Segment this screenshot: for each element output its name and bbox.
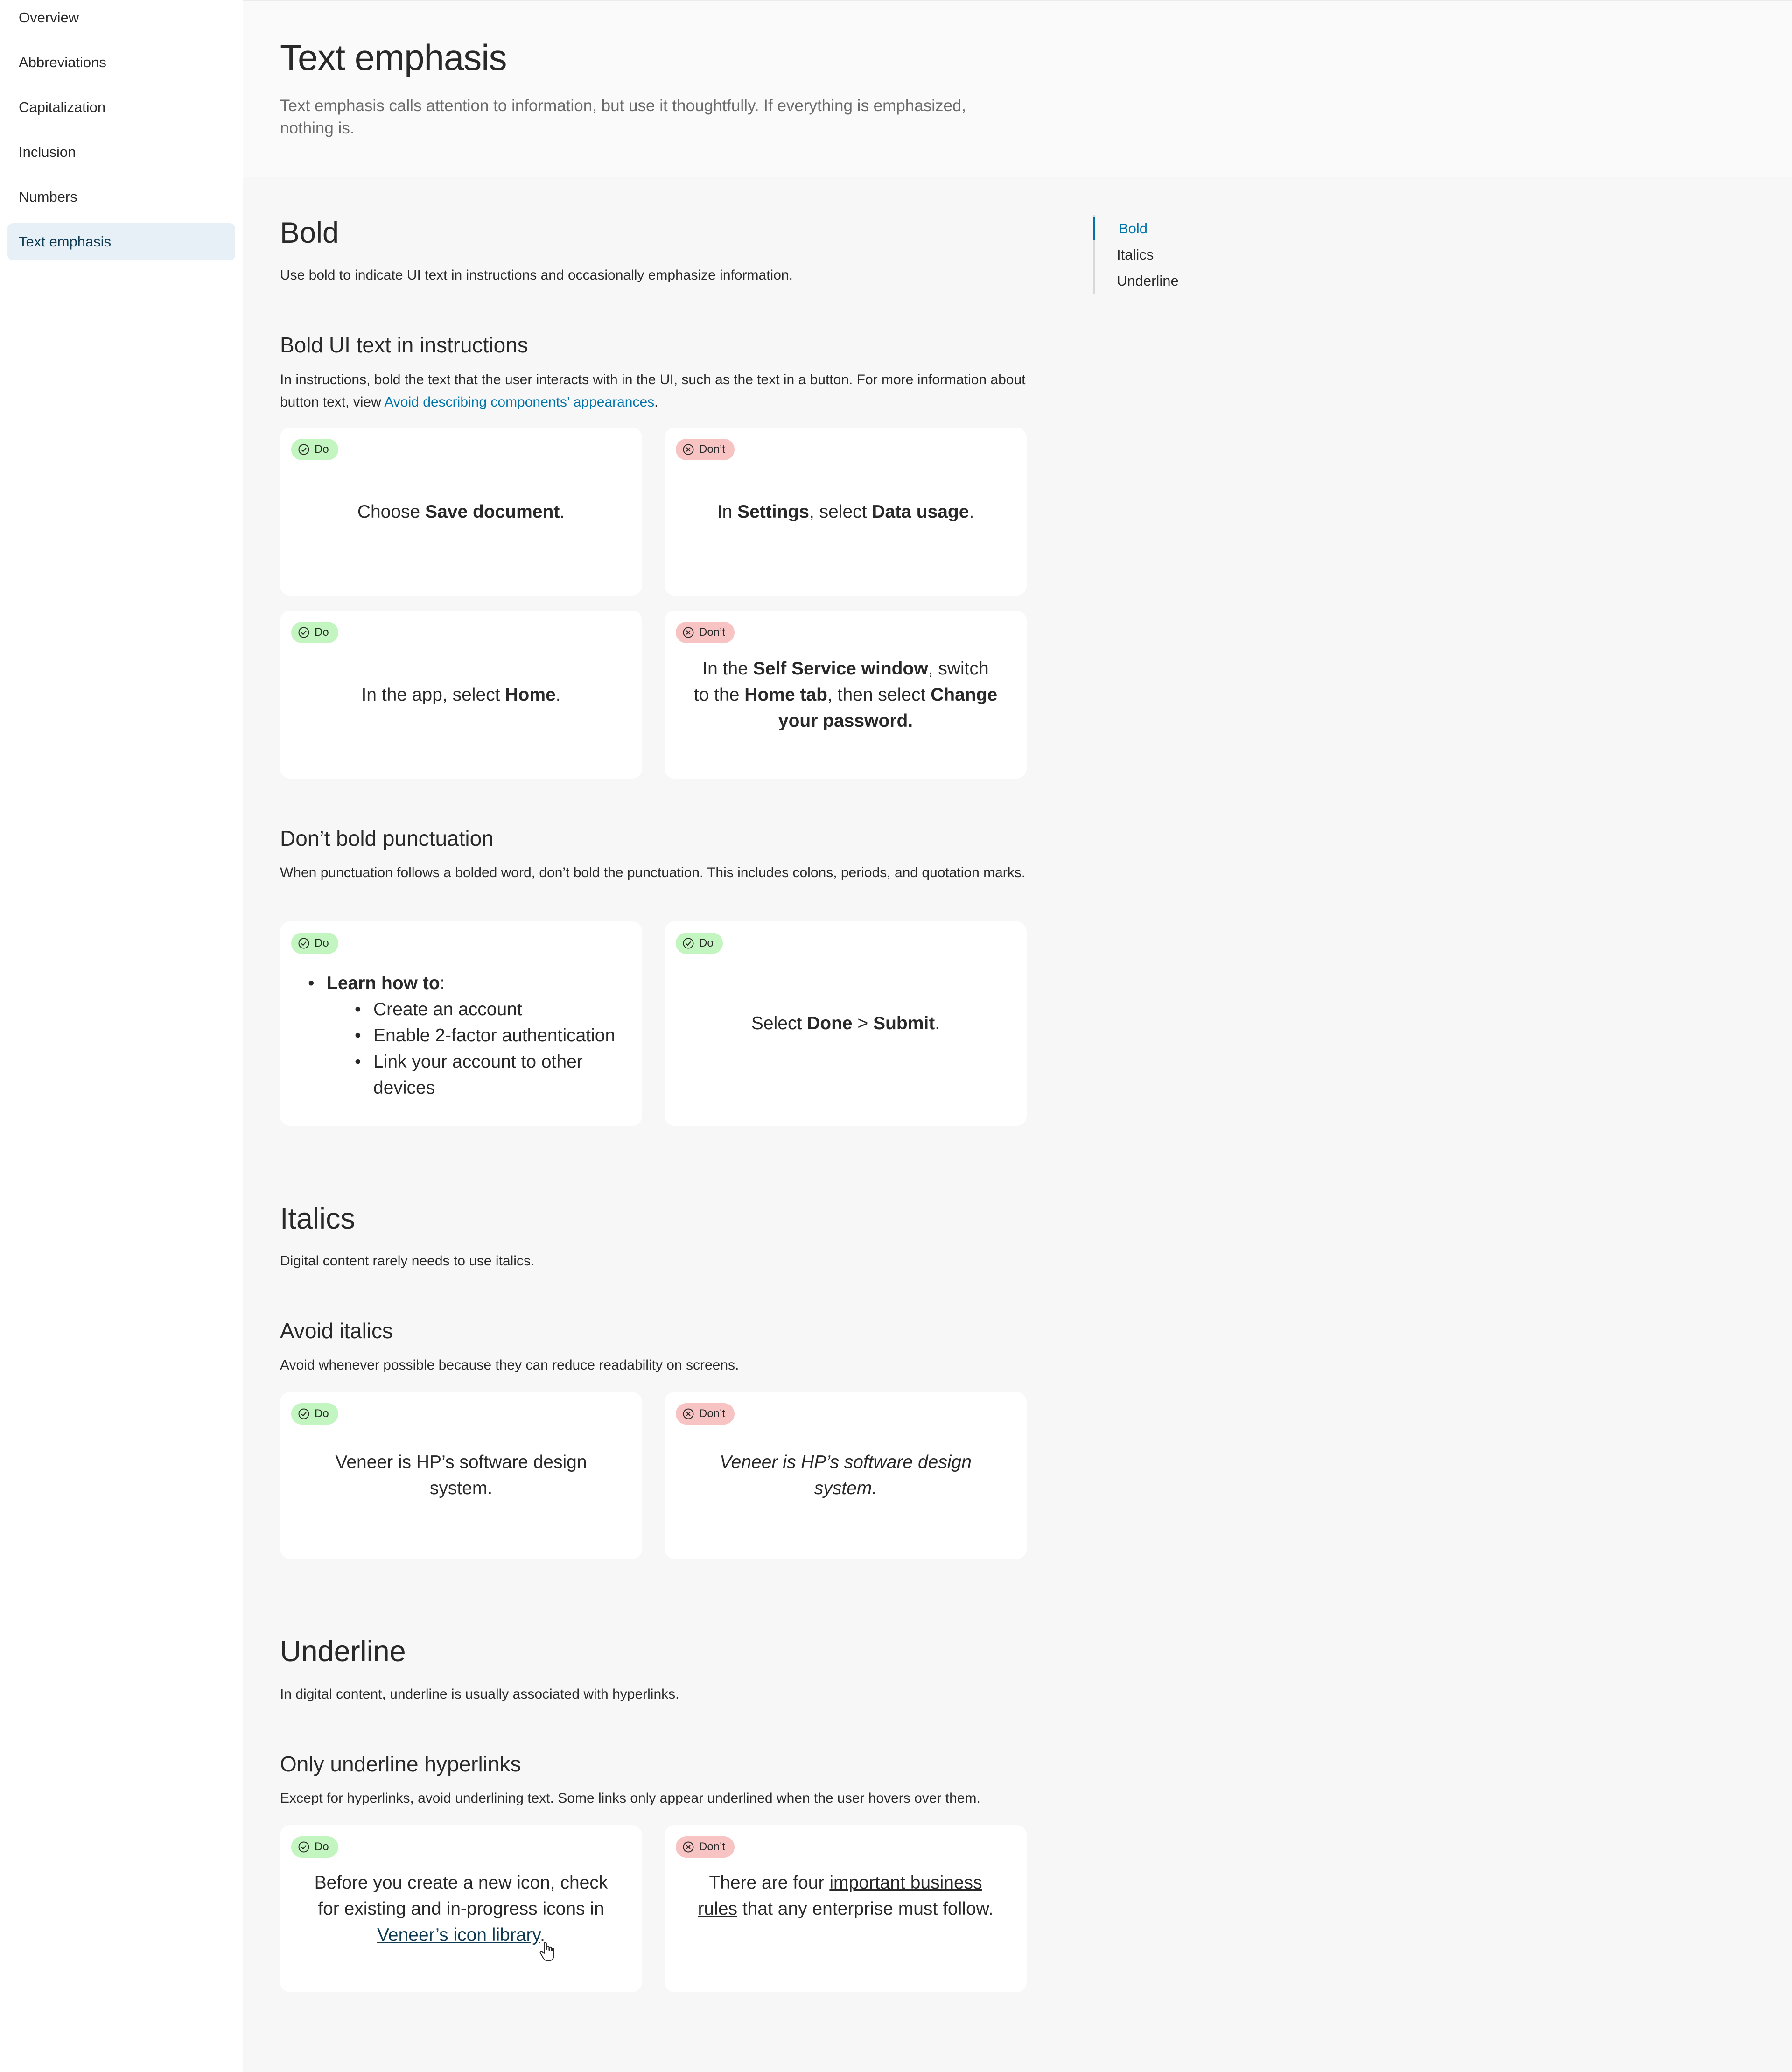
badge-label: Do — [315, 1840, 329, 1853]
subsection-heading-avoid-italics: Avoid italics — [280, 1319, 393, 1343]
do-badge: Do — [291, 622, 338, 643]
dont-badge: Don’t — [676, 1403, 735, 1425]
badge-label: Do — [315, 1407, 329, 1420]
example-text: Choose Save document. — [357, 502, 565, 522]
check-circle-icon — [683, 938, 694, 949]
x-circle-icon — [683, 1408, 694, 1419]
sidebar-item-abbreviations[interactable]: Abbreviations — [7, 44, 235, 81]
sidebar-item-text-emphasis[interactable]: Text emphasis — [7, 223, 235, 260]
example-card-do: Do Learn how to: Create an account Enabl… — [280, 921, 642, 1126]
example-text: There are four important business rules … — [698, 1873, 994, 1919]
subsection-heading-dont-bold-punctuation: Don’t bold punctuation — [280, 826, 494, 850]
example-text: In Settings, select Data usage. — [717, 502, 974, 522]
example-text: Select Done > Submit. — [751, 1013, 940, 1033]
do-badge: Do — [676, 933, 723, 954]
badge-label: Do — [315, 443, 329, 456]
subsection-text-bold-ui-text: In instructions, bold the text that the … — [280, 372, 1026, 410]
do-badge: Do — [291, 439, 338, 460]
section-description-underline: In digital content, underline is usually… — [280, 1686, 679, 1702]
dont-badge: Don’t — [676, 622, 735, 643]
dont-badge: Don’t — [676, 439, 735, 460]
x-circle-icon — [683, 444, 694, 455]
page-title: Text emphasis — [280, 37, 507, 78]
section-heading-underline: Underline — [280, 1635, 406, 1668]
veneer-icon-library-link[interactable]: Veneer’s icon library — [377, 1925, 540, 1945]
list-item: Learn how to: Create an account Enable 2… — [308, 970, 635, 1101]
sidebar-item-overview[interactable]: Overview — [7, 0, 235, 36]
x-circle-icon — [683, 1841, 694, 1853]
badge-label: Do — [315, 626, 329, 639]
example-card-do: Do Choose Save document. — [280, 428, 642, 596]
example-card-do: Do In the app, select Home. — [280, 611, 642, 779]
sidebar-item-capitalization[interactable]: Capitalization — [7, 89, 235, 126]
sidebar-item-inclusion[interactable]: Inclusion — [7, 133, 235, 171]
do-badge: Do — [291, 933, 338, 954]
example-text: Veneer is HP’s software design system. — [720, 1452, 972, 1498]
example-card-dont: Don’t There are four important business … — [665, 1825, 1027, 1992]
example-list: Learn how to: Create an account Enable 2… — [308, 970, 635, 1101]
badge-label: Do — [699, 937, 714, 949]
list-item: Create an account — [355, 997, 635, 1023]
toc-item-underline[interactable]: Underline — [1093, 269, 1179, 293]
section-heading-bold: Bold — [280, 217, 339, 249]
example-text: Veneer is HP’s software design system. — [335, 1452, 587, 1498]
example-card-do: Do Select Done > Submit. — [665, 921, 1027, 1126]
toc-item-bold[interactable]: Bold — [1093, 217, 1148, 240]
do-badge: Do — [291, 1403, 338, 1425]
check-circle-icon — [298, 1408, 309, 1419]
subsection-heading-bold-ui-text: Bold UI text in instructions — [280, 333, 528, 357]
toc-item-italics[interactable]: Italics — [1093, 243, 1154, 267]
example-card-dont: Don’t In Settings, select Data usage. — [665, 428, 1027, 596]
badge-label: Don’t — [699, 1840, 726, 1853]
section-heading-italics: Italics — [280, 1202, 356, 1235]
table-of-contents: Bold Italics Underline — [1093, 215, 1235, 294]
check-circle-icon — [298, 938, 309, 949]
section-description-bold: Use bold to indicate UI text in instruct… — [280, 267, 793, 283]
list-item: Link your account to other devices — [355, 1049, 635, 1101]
avoid-describing-appearances-link[interactable]: Avoid describing components’ appearances — [384, 394, 654, 410]
subsection-text-avoid-italics: Avoid whenever possible because they can… — [280, 1357, 739, 1373]
example-text: In the app, select Home. — [361, 685, 561, 705]
subsection-text-dont-bold-punctuation: When punctuation follows a bolded word, … — [280, 865, 1026, 880]
hand-pointer-cursor-icon — [539, 1942, 554, 1961]
badge-label: Don’t — [699, 1407, 726, 1420]
page-header: Text emphasis Text emphasis calls attent… — [243, 0, 1792, 177]
badge-label: Don’t — [699, 443, 726, 456]
section-description-italics: Digital content rarely needs to use ital… — [280, 1253, 535, 1269]
subsection-heading-only-underline-hyperlinks: Only underline hyperlinks — [280, 1752, 521, 1776]
example-text: In the Self Service window, switch to th… — [693, 659, 998, 731]
check-circle-icon — [298, 627, 309, 638]
example-card-do: Do Veneer is HP’s software design system… — [280, 1392, 642, 1559]
check-circle-icon — [298, 444, 309, 455]
example-card-do: Do Before you create a new icon, check f… — [280, 1825, 642, 1992]
sidebar-nav: Overview Abbreviations Capitalization In… — [0, 0, 243, 2072]
list-item: Enable 2-factor authentication — [355, 1023, 635, 1049]
sidebar-item-numbers[interactable]: Numbers — [7, 178, 235, 216]
example-card-dont: Don’t In the Self Service window, switch… — [665, 611, 1027, 779]
page-intro: Text emphasis calls attention to informa… — [280, 97, 966, 137]
badge-label: Do — [315, 937, 329, 949]
example-text: Before you create a new icon, check for … — [314, 1873, 608, 1945]
badge-label: Don’t — [699, 626, 726, 639]
subsection-text-only-underline-hyperlinks: Except for hyperlinks, avoid underlining… — [280, 1791, 980, 1806]
do-badge: Do — [291, 1836, 338, 1858]
check-circle-icon — [298, 1841, 309, 1853]
x-circle-icon — [683, 627, 694, 638]
dont-badge: Don’t — [676, 1836, 735, 1858]
example-card-dont: Don’t Veneer is HP’s software design sys… — [665, 1392, 1027, 1559]
